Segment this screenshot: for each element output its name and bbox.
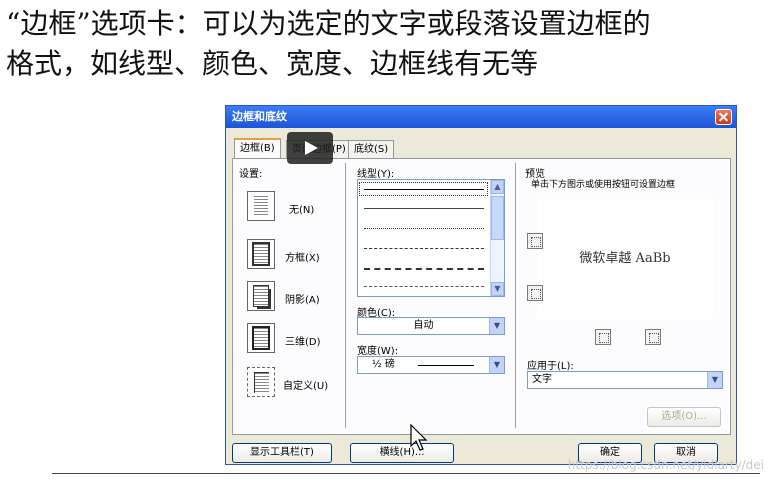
- setting-shadow-label[interactable]: 阴影(A): [285, 291, 320, 306]
- top-border-icon[interactable]: [527, 233, 543, 249]
- slide-heading: “边框”选项卡：可以为选定的文字或段落设置边框的 格式，如线型、颜色、宽度、边框…: [6, 4, 766, 84]
- chevron-down-icon[interactable]: ▼: [489, 357, 504, 373]
- chevron-down-icon[interactable]: ▼: [707, 372, 722, 388]
- apply-to-value: 文字: [532, 374, 552, 385]
- close-icon[interactable]: [715, 109, 732, 125]
- divider: [515, 163, 516, 428]
- line-dash-dot[interactable]: [364, 286, 484, 287]
- heading-line-1: “边框”选项卡：可以为选定的文字或段落设置边框的: [6, 7, 651, 40]
- dialog-title-bar[interactable]: 边框和底纹: [226, 106, 736, 128]
- width-select[interactable]: ½ 磅 ▼: [357, 356, 505, 374]
- setting-custom-icon[interactable]: [247, 367, 275, 397]
- left-border-icon[interactable]: [595, 329, 611, 345]
- preview-hint: 单击下方图示或使用按钮可设置边框: [531, 180, 676, 190]
- divider: [52, 473, 760, 474]
- borders-panel: 设置: 无(N) 方框(X) 阴影(A) 三维(D) 自定义(U) 线型(Y):…: [232, 158, 731, 435]
- horizontal-line-button[interactable]: 横线(H)...: [350, 443, 454, 463]
- width-label: 宽度(W):: [357, 346, 399, 357]
- setting-3d-label[interactable]: 三维(D): [285, 333, 321, 348]
- scroll-thumb[interactable]: [491, 196, 504, 240]
- tab-shading[interactable]: 底纹(S): [348, 140, 395, 158]
- line-dashed[interactable]: [364, 248, 484, 249]
- color-value: 自动: [413, 320, 434, 331]
- setting-box-label[interactable]: 方框(X): [285, 249, 320, 264]
- right-border-icon[interactable]: [645, 329, 661, 345]
- divider: [345, 163, 346, 428]
- dialog-title: 边框和底纹: [232, 110, 287, 123]
- line-style-scrollbar[interactable]: ▲ ▼: [490, 180, 504, 296]
- setting-box-icon[interactable]: [247, 239, 275, 269]
- play-icon[interactable]: [287, 132, 333, 164]
- preview-area[interactable]: 微软卓越 AaBb: [537, 199, 713, 319]
- mouse-cursor-icon: [410, 424, 428, 451]
- settings-label: 设置:: [239, 169, 263, 180]
- chevron-down-icon[interactable]: ▼: [489, 318, 504, 334]
- apply-to-label: 应用于(L):: [527, 361, 574, 372]
- setting-shadow-icon[interactable]: [247, 281, 275, 311]
- line-style-label: 线型(Y):: [357, 169, 395, 180]
- width-value: ½ 磅: [372, 359, 395, 370]
- setting-none-icon[interactable]: [247, 191, 275, 221]
- line-style-list[interactable]: ▲ ▼: [357, 179, 505, 297]
- setting-custom-label[interactable]: 自定义(U): [283, 377, 328, 392]
- line-long-dash[interactable]: [364, 268, 484, 270]
- scroll-up-icon[interactable]: ▲: [491, 180, 504, 194]
- line-solid[interactable]: [364, 189, 484, 190]
- heading-line-2: 格式，如线型、颜色、宽度、边框线有无等: [6, 47, 539, 80]
- color-select[interactable]: 自动 ▼: [357, 317, 505, 335]
- show-toolbar-button[interactable]: 显示工具栏(T): [232, 443, 332, 463]
- preview-sample-text: 微软卓越 AaBb: [579, 251, 671, 266]
- apply-to-select[interactable]: 文字 ▼: [527, 371, 723, 389]
- tab-borders[interactable]: 边框(B): [234, 138, 281, 158]
- line-dotted[interactable]: [364, 228, 484, 229]
- bottom-border-icon[interactable]: [527, 285, 543, 301]
- setting-3d-icon[interactable]: [247, 323, 275, 353]
- setting-none-label[interactable]: 无(N): [289, 201, 314, 216]
- options-button[interactable]: 选项(O)...: [647, 407, 721, 427]
- scroll-down-icon[interactable]: ▼: [491, 282, 504, 296]
- watermark-text: https://blog.csdn.net/yidiarty/dei: [567, 458, 764, 472]
- width-line-sample: [418, 365, 474, 366]
- line-solid-thin[interactable]: [364, 208, 484, 209]
